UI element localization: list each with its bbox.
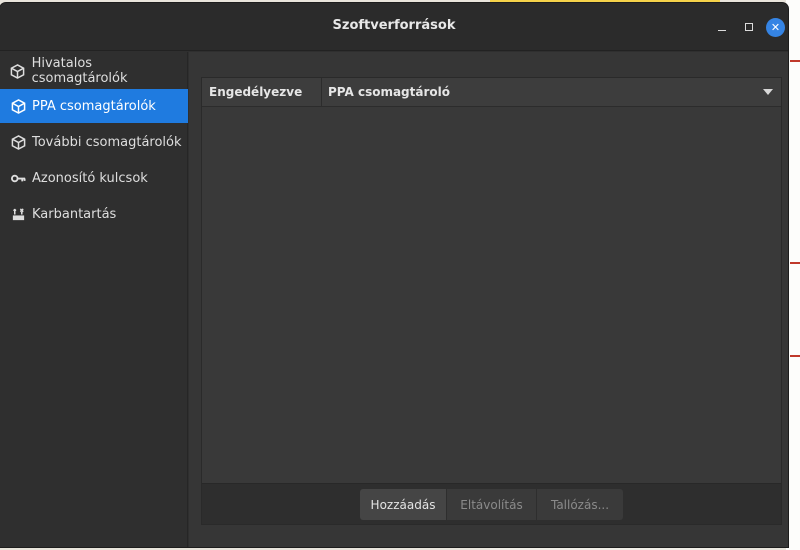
window-title: Szoftverforrások [332,18,456,33]
title-bar[interactable]: Szoftverforrások ✕ [0,3,788,51]
software-sources-window: Szoftverforrások ✕ Hivatalos csomagtárol… [0,3,788,547]
sidebar-item-label: További csomagtárolók [32,134,182,150]
desktop-background [786,0,800,550]
table-header: Engedélyezve PPA csomagtároló [202,78,781,107]
sidebar-item-maintenance[interactable]: Karbantartás [0,197,188,231]
add-button[interactable]: Hozzáadás [360,489,446,520]
sidebar-item-label: Azonosító kulcsok [32,170,148,186]
minimize-button[interactable] [712,17,732,37]
key-icon [10,170,26,186]
remove-button[interactable]: Eltávolítás [447,489,536,520]
column-separator [321,78,322,107]
maximize-button[interactable] [739,17,759,37]
maximize-icon [745,23,753,31]
table-body[interactable] [202,107,781,483]
sidebar-item-additional-repositories[interactable]: További csomagtárolók [0,125,188,159]
column-header-ppa-repository[interactable]: PPA csomagtároló [328,85,450,99]
close-button[interactable]: ✕ [766,18,785,37]
sidebar-item-label: PPA csomagtárolók [32,98,156,114]
list-toolbar: Hozzáadás Eltávolítás Tallózás... [202,483,781,524]
sidebar-item-authentication-keys[interactable]: Azonosító kulcsok [0,161,188,195]
sidebar-item-official-repositories[interactable]: Hivatalos csomagtárolók [0,54,188,88]
ppa-repository-list: Engedélyezve PPA csomagtároló Hozzáadás … [201,77,782,525]
close-icon: ✕ [770,21,781,34]
column-header-enabled[interactable]: Engedélyezve [209,85,302,99]
browse-button[interactable]: Tallózás... [537,489,623,520]
sidebar-item-label: Hivatalos csomagtárolók [31,56,128,86]
main-content: Engedélyezve PPA csomagtároló Hozzáadás … [189,52,788,547]
background-mark [790,60,800,62]
minimize-icon [718,29,726,31]
maintenance-icon [10,206,26,222]
sidebar-item-label: Karbantartás [32,206,117,222]
package-icon [10,98,26,114]
chevron-down-icon[interactable] [763,89,773,95]
package-icon [10,134,26,150]
background-mark [790,262,800,264]
sidebar-item-ppa-repositories[interactable]: PPA csomagtárolók [0,89,188,123]
package-icon [10,63,26,79]
sidebar: Hivatalos csomagtárolók PPA csomagtároló… [0,52,188,547]
background-mark [790,355,800,357]
